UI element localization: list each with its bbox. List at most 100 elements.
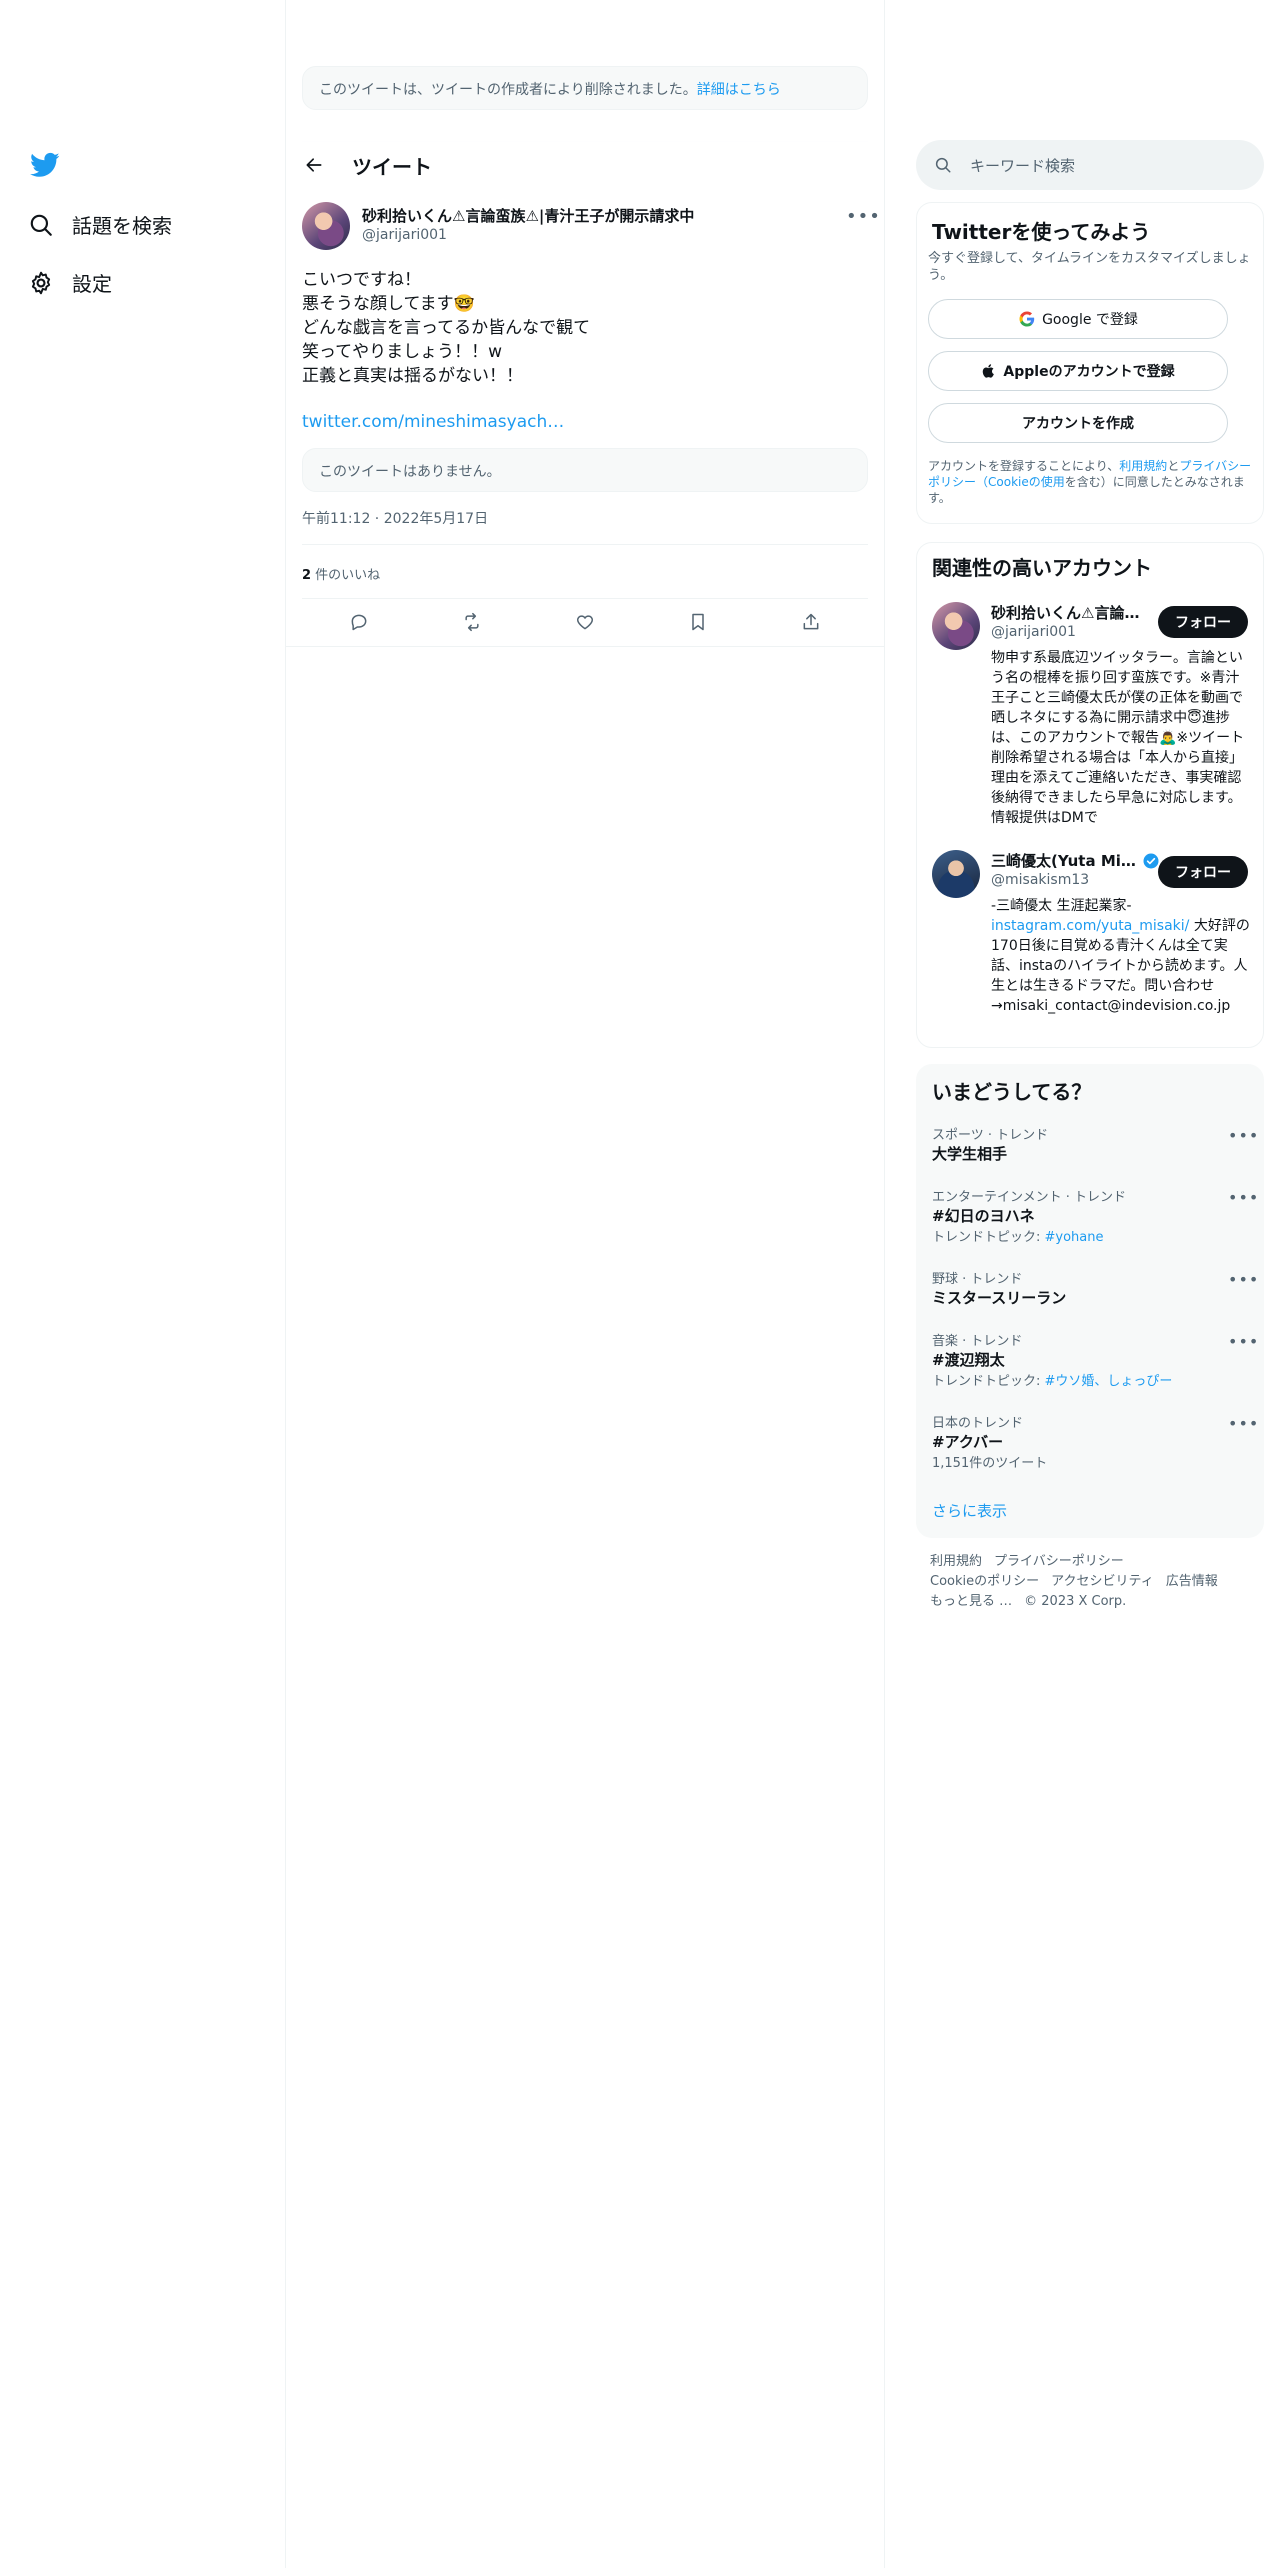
trend-topic-link[interactable]: #yohane: [1045, 1230, 1104, 1245]
footer-terms-link[interactable]: 利用規約: [930, 1554, 982, 1569]
deleted-banner-text: このツイートは、ツイートの作成者により削除されました。: [319, 82, 697, 98]
footer-links: 利用規約 プライバシーポリシー Cookieのポリシー アクセシビリティ 広告情報 も…: [930, 1552, 1250, 1612]
tweet-text: こいつですね！ 悪そうな顔してます🤓 どんな戯言を言ってるか皆んなで観て 笑って…: [302, 270, 591, 386]
twitter-bird-icon[interactable]: [28, 150, 62, 180]
more-options-icon[interactable]: •••: [1228, 1270, 1259, 1289]
author-handle[interactable]: @jarijari001: [362, 227, 447, 243]
trend-item[interactable]: 野球 · トレンド ミスタースリーラン: [932, 1268, 1252, 1308]
trend-name: 大学生相手: [932, 1145, 1008, 1163]
footer-more-link[interactable]: もっと見る …: [930, 1594, 1012, 1609]
divider: [286, 646, 884, 647]
follow-button[interactable]: フォロー: [1158, 856, 1248, 888]
tweet-actions: [302, 600, 868, 644]
arrow-left-icon: [306, 158, 322, 172]
tweet-link[interactable]: twitter.com/mineshimasyach…: [302, 412, 564, 432]
avatar[interactable]: [302, 202, 350, 250]
more-options-icon[interactable]: •••: [1228, 1414, 1259, 1433]
relevant-accounts-title: 関連性の高いアカウント: [932, 556, 1152, 580]
account-handle[interactable]: @misakism13: [991, 872, 1089, 888]
account-handle[interactable]: @jarijari001: [991, 624, 1076, 640]
tweet-time: 午前11:12: [302, 511, 371, 527]
likes-count[interactable]: 2 件のいいね: [302, 564, 380, 583]
retweet-icon[interactable]: [462, 612, 482, 632]
trends-title: いまどうしてる？: [932, 1080, 1092, 1104]
reply-icon[interactable]: [349, 612, 369, 632]
share-icon[interactable]: [801, 612, 821, 632]
trend-category: 日本のトレンド: [932, 1416, 1024, 1431]
more-options-icon[interactable]: •••: [1228, 1332, 1259, 1351]
account-name-row[interactable]: 三崎優太(Yuta Mi…: [991, 850, 1160, 871]
create-account-label: アカウントを作成: [1022, 416, 1134, 432]
trend-name: #アクバー: [932, 1433, 1004, 1451]
apple-signup-label: Appleのアカウントで登録: [1003, 364, 1175, 380]
likes-label: 件のいいね: [311, 568, 381, 583]
verified-badge-icon: [1143, 853, 1159, 868]
legal-text: アカウントを登録することにより、: [928, 459, 1120, 473]
gear-icon: [31, 271, 51, 294]
signup-legal-text: アカウントを登録することにより、利用規約とプライバシーポリシー（Cookieの使…: [928, 458, 1252, 506]
more-options-icon[interactable]: •••: [846, 206, 881, 227]
divider: [302, 598, 868, 599]
account-bio: -三崎優太 生涯起業家- instagram.com/yuta_misaki/ …: [991, 896, 1251, 1016]
nav-explore[interactable]: 話題を検索: [28, 210, 172, 239]
bookmark-icon[interactable]: [688, 612, 708, 632]
trend-category: 野球 · トレンド: [932, 1272, 1023, 1287]
nav-explore-label: 話題を検索: [72, 214, 172, 238]
trend-category: エンターテインメント · トレンド: [932, 1190, 1127, 1205]
likes-number: 2: [302, 568, 312, 583]
account-name[interactable]: 砂利拾いくん⚠言論…: [991, 602, 1141, 623]
footer-ads-link[interactable]: 広告情報: [1166, 1574, 1218, 1589]
footer-cookie-link[interactable]: Cookieのポリシー: [930, 1574, 1039, 1589]
more-options-icon[interactable]: •••: [1228, 1126, 1259, 1145]
trend-category: スポーツ · トレンド: [932, 1128, 1049, 1143]
show-more-link[interactable]: さらに表示: [932, 1500, 1007, 1521]
create-account-button[interactable]: アカウントを作成: [928, 403, 1228, 443]
nav-settings-label: 設定: [72, 272, 112, 296]
trend-item[interactable]: スポーツ · トレンド 大学生相手: [932, 1124, 1252, 1164]
trend-topic-prefix: トレンドトピック:: [932, 1230, 1045, 1245]
terms-link[interactable]: 利用規約: [1119, 459, 1167, 473]
trend-name: #幻日のヨハネ: [932, 1207, 1035, 1225]
like-heart-icon[interactable]: [575, 612, 595, 632]
footer-accessibility-link[interactable]: アクセシビリティ: [1051, 1574, 1154, 1589]
tweet-timestamp[interactable]: 午前11:12 · 2022年5月17日: [302, 508, 488, 528]
trend-topic: トレンドトピック: #ウソ婚、しょっぴー: [932, 1370, 1252, 1389]
page-title: ツイート: [352, 154, 432, 179]
account-name: 三崎優太(Yuta Mi…: [991, 852, 1136, 870]
column-divider-right: [884, 0, 885, 2568]
avatar[interactable]: [932, 602, 980, 650]
more-options-icon[interactable]: •••: [1228, 1188, 1259, 1207]
signup-subtitle: 今すぐ登録して、タイムラインをカスタマイズしましょう。: [928, 251, 1251, 283]
trend-name: #渡辺翔太: [932, 1351, 1005, 1369]
trend-topic: トレンドトピック: #yohane: [932, 1226, 1252, 1245]
follow-button[interactable]: フォロー: [1158, 606, 1248, 638]
bio-link[interactable]: instagram.com/yuta_misaki/: [991, 918, 1189, 934]
deleted-tweet-banner: このツイートは、ツイートの作成者により削除されました。詳細はこちら: [302, 66, 868, 110]
author-name[interactable]: 砂利拾いくん⚠言論蛮族⚠|青汁王子が開示請求中: [362, 205, 694, 226]
divider: [302, 544, 868, 545]
tweet-date: 2022年5月17日: [383, 511, 489, 527]
trend-name: ミスタースリーラン: [932, 1289, 1067, 1307]
account-bio: 物申す系最底辺ツイッタラー。言論という名の棍棒を振り回す蛮族です。※青汁王子こと…: [991, 650, 1245, 826]
search-input[interactable]: キーワード検索: [916, 140, 1264, 190]
quoted-tweet-unavailable: このツイートはありません。: [302, 448, 868, 492]
trend-item[interactable]: エンターテインメント · トレンド #幻日のヨハネ トレンドトピック: #yoh…: [932, 1186, 1252, 1245]
google-signup-button[interactable]: Google で登録: [928, 299, 1228, 339]
trend-topic-link[interactable]: #ウソ婚、しょっぴー: [1045, 1374, 1173, 1389]
footer-privacy-link[interactable]: プライバシーポリシー: [994, 1554, 1124, 1569]
trend-item[interactable]: 日本のトレンド #アクバー 1,151件のツイート: [932, 1412, 1252, 1471]
signup-title: Twitterを使ってみよう: [932, 220, 1151, 244]
google-signup-label: Google で登録: [1042, 312, 1138, 328]
back-button[interactable]: [294, 145, 334, 185]
trend-item[interactable]: 音楽 · トレンド #渡辺翔太 トレンドトピック: #ウソ婚、しょっぴー: [932, 1330, 1252, 1389]
tweet-header: ツイート: [286, 140, 884, 190]
nav-settings[interactable]: 設定: [28, 268, 112, 297]
search-placeholder: キーワード検索: [970, 156, 1076, 175]
trend-topic-prefix: トレンドトピック:: [932, 1374, 1045, 1389]
apple-signup-button[interactable]: Appleのアカウントで登録: [928, 351, 1228, 391]
learn-more-link[interactable]: 詳細はこちら: [697, 82, 781, 98]
copyright: © 2023 X Corp.: [1024, 1594, 1127, 1609]
apple-icon: [983, 364, 995, 378]
bio-text: -三崎優太 生涯起業家-: [991, 898, 1132, 914]
avatar[interactable]: [932, 850, 980, 898]
